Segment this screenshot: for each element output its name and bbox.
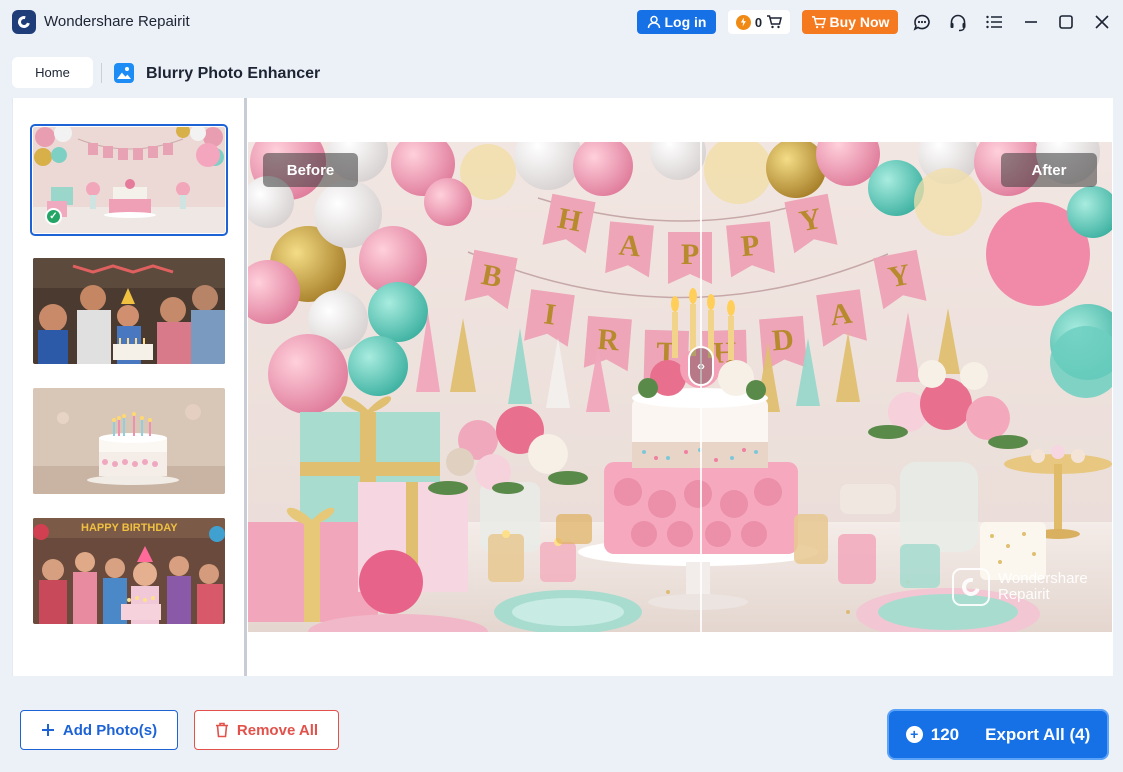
buy-now-button[interactable]: Buy Now [802, 10, 898, 34]
buy-now-label: Buy Now [829, 14, 890, 30]
plus-icon [41, 724, 54, 736]
app-logo-icon [12, 10, 36, 34]
login-label: Log in [664, 14, 707, 30]
coin-balance[interactable]: 0 [728, 10, 790, 34]
add-photos-label: Add Photo(s) [62, 721, 158, 739]
thumbnail-4-banner: HAPPY BIRTHDAY [81, 522, 178, 534]
banner-row-1-letter: P [739, 229, 760, 264]
export-credits: 120 [930, 724, 960, 744]
tool-title: Blurry Photo Enhancer [146, 65, 321, 82]
maximize-icon[interactable] [1055, 11, 1077, 33]
thumbnail-list-scrollbar[interactable] [244, 98, 247, 676]
watermark-line-2: Repairit [998, 586, 1050, 603]
export-all-label: Export All (4) [985, 724, 1091, 744]
thumbnail-4[interactable]: HAPPY BIRTHDAY [33, 518, 225, 624]
credit-plus-icon: + [905, 726, 923, 743]
menu-list-icon[interactable] [983, 11, 1005, 33]
trash-icon [215, 722, 228, 738]
compare-slider-handle[interactable]: ‹› [688, 346, 714, 386]
banner-row-2-letter: D [771, 323, 795, 358]
minimize-icon[interactable] [1020, 11, 1042, 33]
headset-support-icon[interactable] [947, 11, 969, 33]
login-button[interactable]: Log in [637, 10, 716, 34]
banner-row-1-letter: A [617, 228, 642, 263]
image-enhancer-icon [114, 63, 134, 83]
remove-all-label: Remove All [236, 721, 319, 739]
coin-icon [735, 14, 751, 30]
add-photos-button[interactable]: Add Photo(s) [20, 710, 178, 750]
compare-divider[interactable] [700, 142, 702, 632]
close-icon[interactable] [1091, 11, 1113, 33]
cart-icon [811, 15, 826, 28]
export-all-button[interactable]: + 120 Export All (4) [889, 711, 1107, 758]
selected-check-icon: ✓ [45, 208, 62, 225]
before-label: Before [263, 153, 358, 187]
thumbnail-2[interactable] [33, 258, 225, 364]
thumbnail-3[interactable] [33, 388, 225, 494]
after-label: After [1001, 153, 1097, 187]
banner-row-2-letter: R [596, 323, 621, 358]
remove-all-button[interactable]: Remove All [194, 710, 339, 750]
app-title: Wondershare Repairit [44, 13, 190, 30]
banner-row-1-letter: P [681, 238, 699, 271]
tab-separator [101, 63, 102, 83]
cart-icon [767, 15, 783, 29]
watermark-line-1: Wondershare [998, 570, 1088, 587]
watermark: Wondershare Repairit [952, 568, 1088, 606]
feedback-icon[interactable] [911, 11, 933, 33]
coin-count: 0 [754, 14, 763, 30]
preview-image[interactable]: HAPPY BIRTHDAY [248, 142, 1112, 632]
repairit-logo-icon [952, 568, 990, 606]
user-icon [647, 15, 660, 29]
tab-home[interactable]: Home [12, 57, 93, 88]
title-bar: Wondershare Repairit Log in 0 Buy Now [0, 0, 1123, 44]
